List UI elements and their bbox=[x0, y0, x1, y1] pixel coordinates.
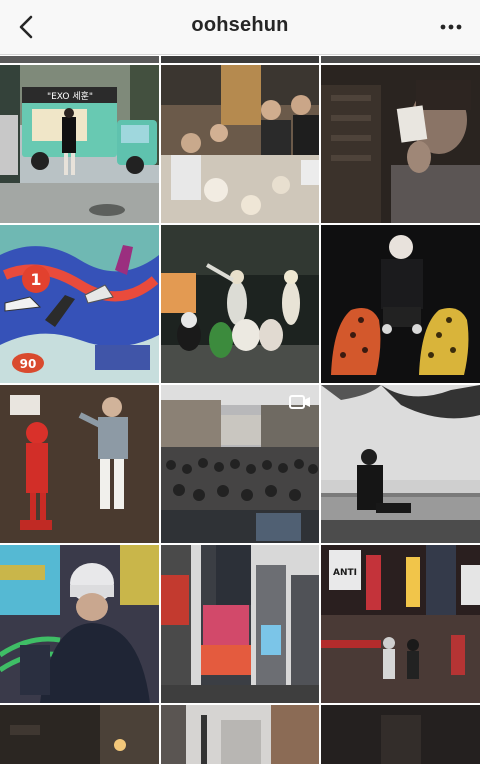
video-camera-icon bbox=[289, 393, 311, 411]
photo-tile-city-street-partial[interactable] bbox=[161, 705, 319, 764]
photo-tile-partial[interactable] bbox=[161, 56, 319, 63]
photo-tile-night-street-partial[interactable] bbox=[0, 705, 159, 764]
photo-tile-restaurant-group[interactable] bbox=[161, 65, 319, 223]
photo-tile-theater-selfie[interactable] bbox=[321, 65, 480, 223]
photo-tile-partial[interactable] bbox=[0, 56, 159, 63]
svg-text:1: 1 bbox=[30, 270, 41, 289]
photo-tile-stage-mascots[interactable] bbox=[161, 225, 319, 383]
top-nav-bar: oohsehun bbox=[0, 0, 480, 55]
photo-tile-beanie-portrait[interactable] bbox=[0, 545, 159, 703]
photo-tile-seaside-bw[interactable] bbox=[321, 385, 480, 543]
photo-tile-graffiti-sneakers[interactable]: 1 90 bbox=[0, 225, 159, 383]
more-options-button[interactable] bbox=[436, 14, 466, 40]
photo-tile-dark-interior-partial[interactable] bbox=[321, 705, 480, 764]
billboard-anti-text: ANTI bbox=[333, 568, 357, 578]
profile-username-title: oohsehun bbox=[191, 14, 289, 36]
photo-tile-times-square-night[interactable]: ANTI bbox=[321, 545, 480, 703]
photo-tile-food-truck[interactable]: "EXO 세훈" bbox=[0, 65, 159, 223]
graffiti-number-text: 90 bbox=[20, 357, 37, 371]
photo-tile-street-crowd[interactable] bbox=[161, 385, 319, 543]
photo-tile-partial[interactable] bbox=[321, 56, 480, 63]
photo-tile-red-statue[interactable] bbox=[0, 385, 159, 543]
truck-banner-text: "EXO 세훈" bbox=[47, 90, 93, 102]
photo-grid: "EXO 세훈" 1 90 ANTI bbox=[0, 56, 480, 764]
photo-tile-times-square-day[interactable] bbox=[161, 545, 319, 703]
more-horizontal-icon bbox=[440, 24, 462, 30]
photo-tile-leopard-statues[interactable] bbox=[321, 225, 480, 383]
